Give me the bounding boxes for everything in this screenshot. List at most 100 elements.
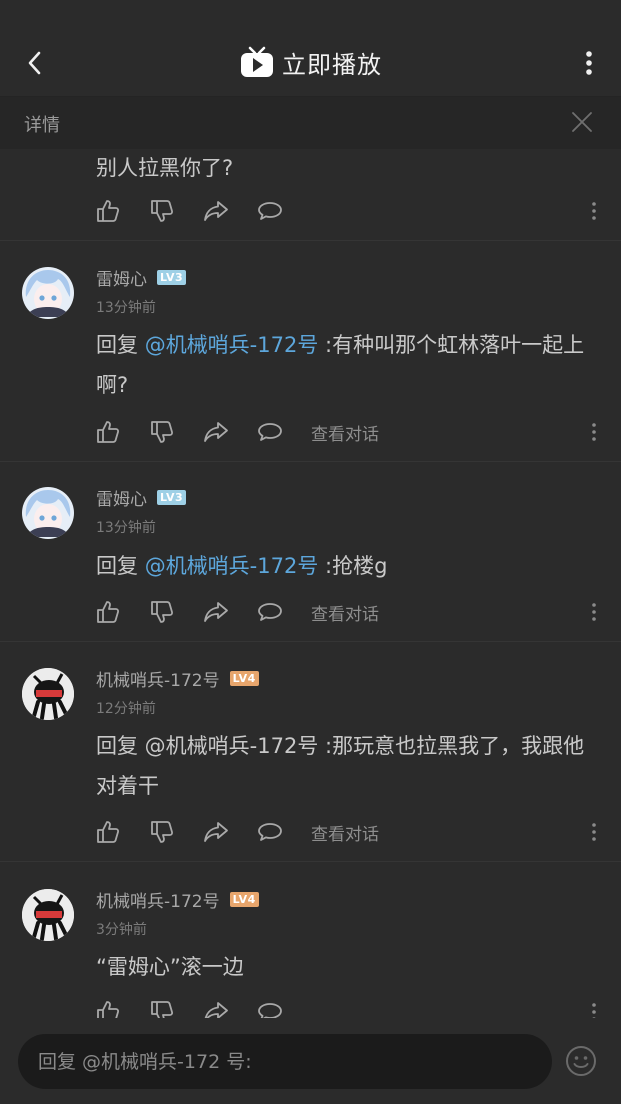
comment-time: 3分钟前 [96, 922, 147, 938]
back-button[interactable] [18, 46, 52, 80]
dislike-button[interactable] [148, 418, 176, 446]
more-vertical-icon [592, 603, 596, 621]
like-button[interactable] [94, 818, 122, 846]
user-avatar-image [22, 668, 74, 720]
comment-time: 13分钟前 [96, 520, 156, 536]
thumbs-down-icon [151, 601, 174, 623]
comment-icon [258, 202, 282, 220]
comment-body: :抢楼g [325, 554, 388, 578]
like-button[interactable] [94, 197, 122, 225]
comment-icon [258, 1003, 282, 1018]
share-button[interactable] [202, 418, 230, 446]
reply-button[interactable] [256, 998, 284, 1018]
like-button[interactable] [94, 598, 122, 626]
view-conversation-link[interactable]: 查看对话 [311, 600, 379, 625]
comment-more-button[interactable] [586, 1000, 602, 1018]
more-vertical-icon [592, 202, 596, 220]
comment-text: 别人拉黑你了? [96, 156, 234, 180]
share-button[interactable] [202, 598, 230, 626]
comment-icon [258, 423, 282, 441]
emoji-icon [566, 1046, 596, 1076]
reply-input[interactable] [18, 1034, 552, 1089]
reply-prefix: 回复 [96, 554, 138, 578]
comment-more-button[interactable] [586, 199, 602, 223]
view-conversation-link[interactable]: 查看对话 [311, 820, 379, 845]
reply-button[interactable] [256, 418, 284, 446]
detail-bar: 详情 [0, 97, 621, 149]
detail-label: 详情 [24, 115, 60, 136]
share-icon [204, 822, 228, 842]
username-text: 雷姆心 [96, 270, 147, 290]
dislike-button[interactable] [148, 598, 176, 626]
avatar[interactable] [22, 889, 74, 941]
comment-more-button[interactable] [586, 820, 602, 844]
comment-text: “雷姆心”滚一边 [96, 955, 244, 979]
reply-box[interactable] [18, 1034, 552, 1089]
close-button[interactable] [569, 109, 595, 135]
username-text: 雷姆心 [96, 490, 147, 510]
emoji-button[interactable] [565, 1045, 597, 1077]
share-button[interactable] [202, 998, 230, 1018]
comment-item: 雷姆心 LV3 13分钟前 回复 @机械哨兵-172号 :抢楼g 查看对话 [0, 462, 621, 642]
play-now-button[interactable]: 立即播放 [240, 44, 382, 80]
share-icon [204, 422, 228, 442]
user-avatar-image [22, 487, 74, 539]
comment-actions: 查看对话 [94, 818, 596, 846]
dislike-button[interactable] [148, 818, 176, 846]
comment-username[interactable]: 机械哨兵-172号 LV4 [96, 666, 259, 691]
share-button[interactable] [202, 818, 230, 846]
level-badge: LV4 [229, 671, 259, 686]
comment-time: 12分钟前 [96, 701, 156, 717]
tv-play-icon [241, 46, 273, 77]
user-avatar-image [22, 267, 74, 319]
reply-button[interactable] [256, 197, 284, 225]
thumbs-up-icon [97, 1001, 120, 1018]
page-title: 立即播放 [282, 50, 382, 79]
dislike-button[interactable] [148, 998, 176, 1018]
level-badge: LV3 [157, 490, 187, 505]
view-conversation-link[interactable]: 查看对话 [311, 420, 379, 445]
comment-item: 雷姆心 LV3 13分钟前 回复 @机械哨兵-172号 :有种叫那个虹林落叶一起… [0, 241, 621, 462]
comment-text: 回复 @机械哨兵-172号 :那玩意也拉黑我了，我跟他对着干 [96, 734, 585, 798]
share-icon [204, 1002, 228, 1018]
share-button[interactable] [202, 197, 230, 225]
avatar[interactable] [22, 668, 74, 720]
thumbs-up-icon [97, 601, 120, 623]
like-button[interactable] [94, 418, 122, 446]
thumbs-up-icon [97, 821, 120, 843]
thumbs-down-icon [151, 200, 174, 222]
comment-more-button[interactable] [586, 600, 602, 624]
comment-text: 回复 @机械哨兵-172号 :抢楼g [96, 546, 596, 586]
like-button[interactable] [94, 998, 122, 1018]
username-text: 机械哨兵-172号 [96, 671, 220, 691]
more-vertical-icon [586, 51, 592, 75]
thumbs-down-icon [151, 421, 174, 443]
comment-list[interactable]: 别人拉黑你了? 雷姆心 LV3 13分钟前 回复 @机械哨兵-172号:有种叫… [0, 149, 621, 1018]
comment-item: 机械哨兵-172号 LV4 3分钟前 “雷姆心”滚一边 [0, 862, 621, 1018]
comment-actions [94, 197, 596, 225]
comment-username[interactable]: 雷姆心 LV3 [96, 265, 187, 290]
share-icon [204, 602, 228, 622]
comment-more-button[interactable] [586, 420, 602, 444]
comment-username[interactable]: 雷姆心 LV3 [96, 485, 187, 510]
chevron-left-icon [28, 51, 41, 75]
comment-actions: 查看对话 [94, 598, 596, 626]
share-icon [204, 201, 228, 221]
mention-link[interactable]: @机械哨兵-172号 [145, 554, 319, 578]
user-avatar-image [22, 889, 74, 941]
reply-button[interactable] [256, 818, 284, 846]
more-button[interactable] [575, 46, 603, 80]
thumbs-down-icon [151, 821, 174, 843]
mention-link[interactable]: @机械哨兵-172号 [145, 333, 319, 357]
avatar[interactable] [22, 487, 74, 539]
comment-username[interactable]: 机械哨兵-172号 LV4 [96, 887, 259, 912]
reply-button[interactable] [256, 598, 284, 626]
more-vertical-icon [592, 423, 596, 441]
comment-actions [94, 998, 596, 1018]
comment-icon [258, 823, 282, 841]
avatar[interactable] [22, 267, 74, 319]
username-text: 机械哨兵-172号 [96, 892, 220, 912]
dislike-button[interactable] [148, 197, 176, 225]
comment-icon [258, 603, 282, 621]
more-vertical-icon [592, 823, 596, 841]
